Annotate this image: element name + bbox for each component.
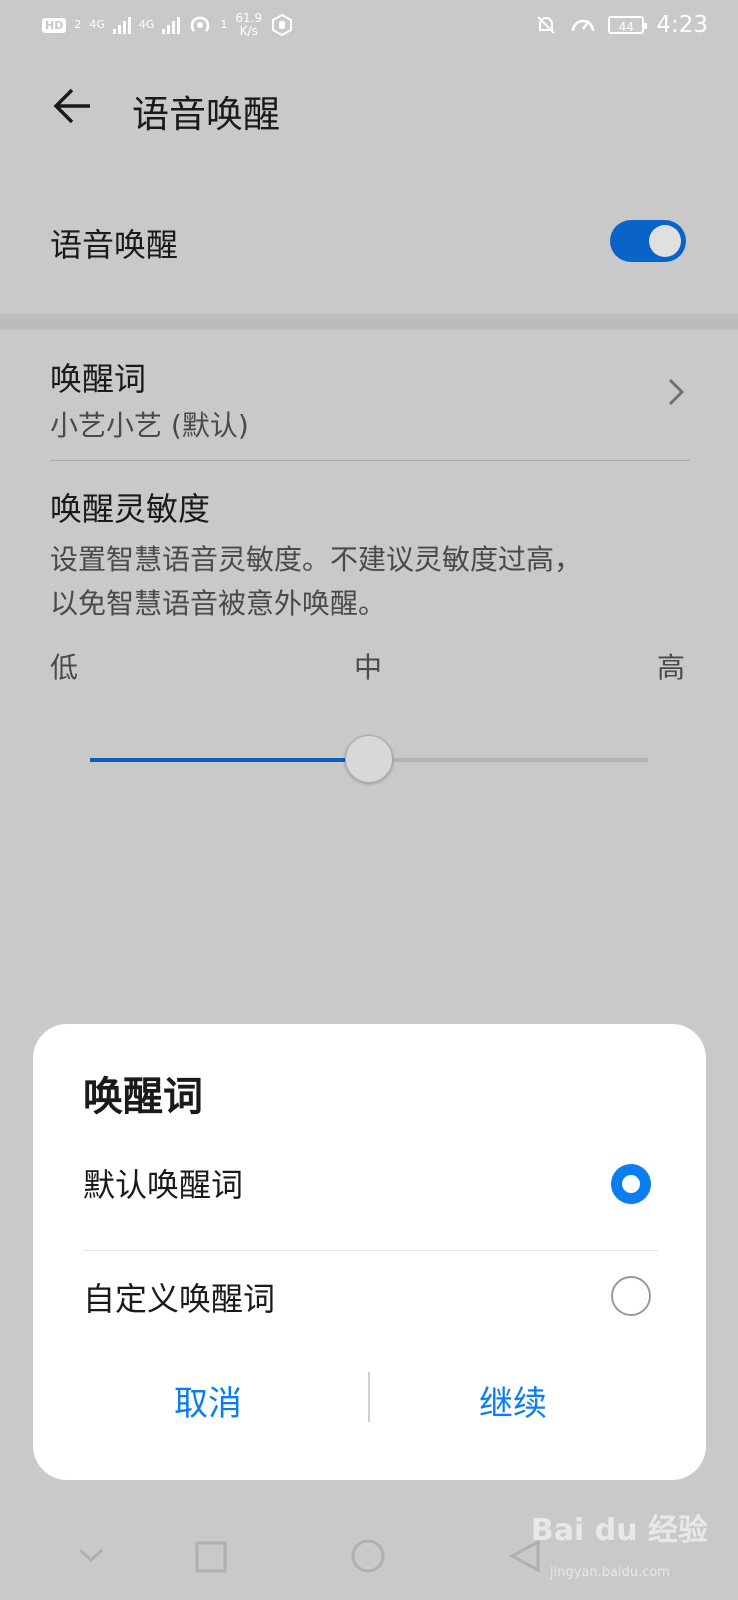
- option-default-radio[interactable]: [611, 1164, 651, 1204]
- status-left: HD 2 4G 4G 1 61.9 K/s: [42, 12, 294, 38]
- option-custom-radio[interactable]: [611, 1276, 651, 1316]
- wifi-hotspot-icon: [191, 16, 210, 32]
- sensitivity-label: 唤醒灵敏度: [50, 490, 211, 528]
- wake-word-label: 唤醒词: [50, 360, 147, 398]
- signal-4g-label-2: 4G: [138, 18, 155, 31]
- signal-bars-icon: [112, 16, 131, 34]
- chevron-right-icon: [668, 378, 685, 406]
- speedometer-icon: [572, 19, 595, 32]
- option-default-label: 默认唤醒词: [83, 1166, 244, 1204]
- option-custom-label: 自定义唤醒词: [83, 1280, 276, 1318]
- signal-bars-icon-2: [162, 16, 181, 34]
- sensitivity-desc-line1: 设置智慧语音灵敏度。不建议灵敏度过高，: [50, 543, 583, 576]
- voice-wake-toggle[interactable]: [610, 220, 686, 262]
- baidu-watermark-url: jingyan.baidu.com: [550, 1565, 670, 1580]
- home-circle-icon[interactable]: [350, 1538, 386, 1574]
- continue-button[interactable]: 继续: [363, 1376, 663, 1425]
- signal-4g-label: 4G: [89, 18, 105, 31]
- recents-square-icon[interactable]: [194, 1540, 228, 1574]
- option-divider: [83, 1250, 658, 1251]
- sensitivity-low-label: 低: [50, 651, 79, 684]
- sensitivity-desc-line2: 以免智慧语音被意外唤醒。: [50, 587, 387, 620]
- toggle-knob: [649, 225, 681, 257]
- voice-wake-label: 语音唤醒: [50, 226, 179, 264]
- sensitivity-slider-fill: [90, 758, 369, 762]
- battery-icon: 44: [608, 16, 648, 34]
- status-right: 44 4:23: [534, 12, 708, 38]
- clock: 4:23: [656, 12, 708, 38]
- baidu-watermark: Bai du 经验: [530, 1513, 708, 1548]
- section-divider: [0, 314, 738, 330]
- cancel-button[interactable]: 取消: [58, 1376, 358, 1425]
- row-divider: [50, 460, 690, 461]
- sensitivity-mid-label: 中: [354, 651, 383, 684]
- net-speed: 61.9 K/s: [235, 12, 262, 38]
- option-default[interactable]: 默认唤醒词: [33, 1146, 706, 1226]
- sensitivity-high-label: 高: [657, 651, 686, 684]
- hide-nav-chevron-icon[interactable]: [76, 1540, 106, 1570]
- status-bar: HD 2 4G 4G 1 61.9 K/s 44 4:23: [0, 0, 738, 52]
- wake-word-value: 小艺小艺 (默认): [50, 409, 249, 442]
- bell-muted-icon: [537, 16, 556, 34]
- hd-sub: 2: [74, 18, 82, 31]
- option-custom[interactable]: 自定义唤醒词: [33, 1260, 706, 1340]
- page-title: 语音唤醒: [132, 93, 280, 136]
- wifi-sub: 1: [220, 18, 228, 31]
- wake-word-row[interactable]: 唤醒词 小艺小艺 (默认): [0, 340, 738, 460]
- net-speed-unit: K/s: [239, 24, 258, 38]
- hd-icon: HD: [42, 17, 67, 33]
- wake-word-dialog: 唤醒词 默认唤醒词 自定义唤醒词 取消 继续: [33, 1024, 706, 1480]
- dialog-title: 唤醒词: [83, 1074, 203, 1120]
- sensitivity-slider-thumb[interactable]: [345, 735, 393, 783]
- hand-badge-icon: [272, 13, 293, 37]
- back-arrow-icon[interactable]: [50, 84, 94, 128]
